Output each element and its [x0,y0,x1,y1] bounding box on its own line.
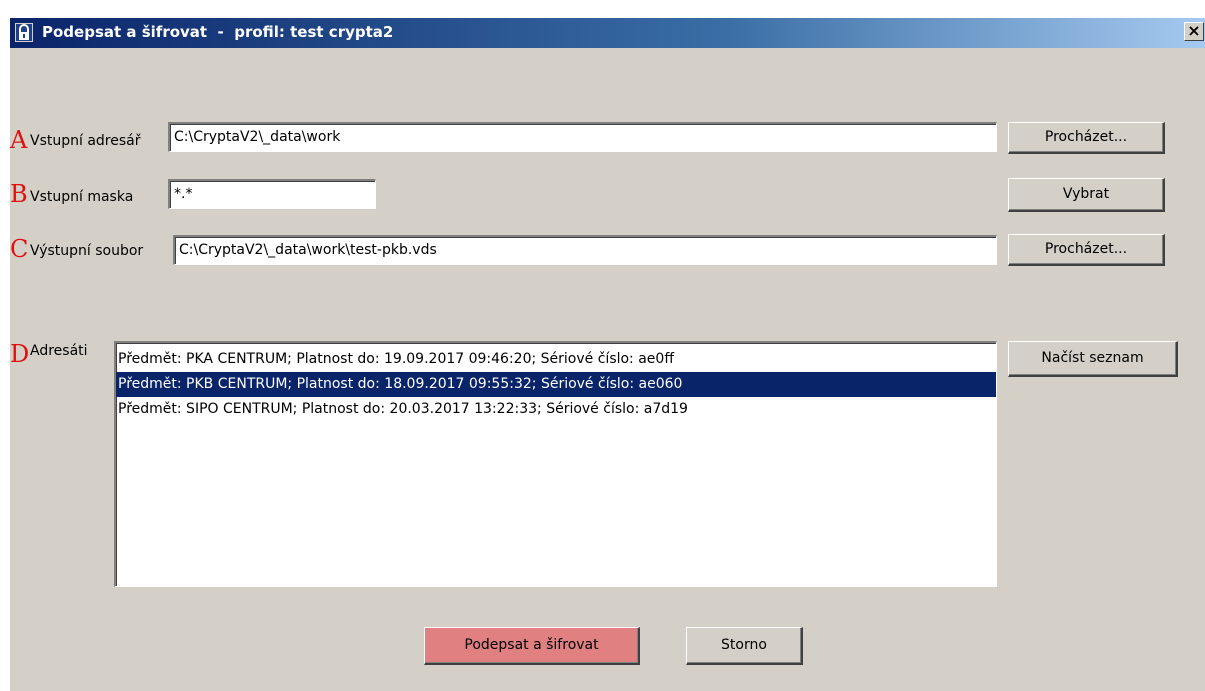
output-file-field[interactable]: C:\CryptaV2\_data\work\test-pkb.vds [173,235,997,265]
title-bar[interactable]: Podepsat a šifrovat - profil: test crypt… [10,18,1205,48]
load-list-button[interactable]: Načíst seznam [1008,341,1178,377]
dialog-window: Podepsat a šifrovat - profil: test crypt… [10,18,1205,691]
input-dir-field[interactable]: C:\CryptaV2\_data\work [168,122,997,152]
close-icon[interactable]: × [1184,22,1204,41]
cancel-button[interactable]: Storno [686,627,803,665]
window-title: Podepsat a šifrovat - profil: test crypt… [42,23,394,41]
recipients-label: Adresáti [30,343,88,359]
browse-input-dir-button[interactable]: Procházet... [1008,122,1165,154]
select-mask-button[interactable]: Vybrat [1008,178,1165,212]
recipients-list[interactable]: Předmět: PKA CENTRUM; Platnost do: 19.09… [114,341,997,587]
sign-and-encrypt-button[interactable]: Podepsat a šifrovat [424,627,640,665]
list-item-selected[interactable]: Předmět: PKB CENTRUM; Platnost do: 18.09… [116,372,996,397]
annotation-letter-c: C [10,235,29,263]
annotation-letter-b: B [10,180,28,208]
browse-output-file-button[interactable]: Procházet... [1008,234,1165,266]
list-item[interactable]: Předmět: PKA CENTRUM; Platnost do: 19.09… [116,347,996,372]
annotation-letter-d: D [10,340,30,368]
input-mask-label: Vstupní maska [30,189,134,205]
app-lock-icon [15,23,33,42]
annotation-letter-a: A [10,126,28,154]
input-mask-field[interactable]: *.* [168,179,376,209]
output-file-label: Výstupní soubor [30,243,144,259]
input-dir-label: Vstupní adresář [30,133,141,149]
list-item[interactable]: Předmět: SIPO CENTRUM; Platnost do: 20.0… [116,397,996,422]
